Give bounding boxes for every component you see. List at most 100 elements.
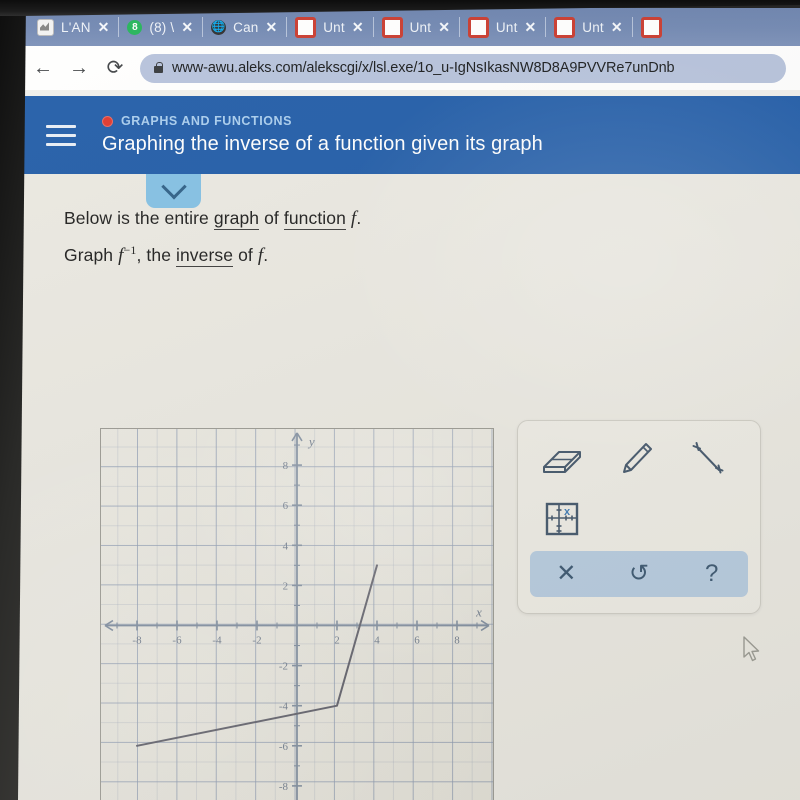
line-segment-tool[interactable] bbox=[682, 435, 734, 483]
topic-label: GRAPHS AND FUNCTIONS bbox=[121, 114, 292, 128]
header-texts: GRAPHS AND FUNCTIONS Graphing the invers… bbox=[102, 114, 543, 156]
svg-text:2: 2 bbox=[334, 634, 339, 646]
svg-text:8: 8 bbox=[454, 634, 460, 646]
svg-text:-8: -8 bbox=[279, 781, 289, 793]
svg-text:-8: -8 bbox=[132, 634, 142, 646]
undo-action[interactable]: ↺ bbox=[603, 562, 676, 586]
expand-panel-tab[interactable] bbox=[146, 174, 201, 208]
help-action[interactable]: ? bbox=[675, 562, 748, 586]
svg-text:-2: -2 bbox=[252, 634, 261, 646]
tab-title: Unt bbox=[323, 19, 345, 35]
browser-toolbar: ← → ⟳ www-awu.aleks.com/alekscgi/x/lsl.e… bbox=[18, 46, 800, 90]
svg-text:-6: -6 bbox=[279, 741, 289, 753]
screen-photo: L'AN ✕ 8 (8) \ ✕ 🌐 Can ✕ Unt ✕ Unt ✕ Unt… bbox=[0, 0, 800, 800]
document-icon bbox=[295, 16, 317, 38]
browser-tab-1[interactable]: 8 (8) \ ✕ bbox=[118, 8, 202, 46]
tab-close-icon[interactable]: ✕ bbox=[525, 20, 537, 34]
graph-frame: -8 -6 -4 -2 2 4 6 8 8 6 4 2 -2 -4 -6 -8 x y bbox=[100, 428, 494, 800]
graph-canvas[interactable]: -8 -6 -4 -2 2 4 6 8 8 6 4 2 -2 -4 -6 -8 x y bbox=[100, 428, 494, 800]
url-text: www-awu.aleks.com/alekscgi/x/lsl.exe/1o_… bbox=[172, 60, 675, 76]
q2-period: . bbox=[263, 244, 269, 265]
tab-title: Unt bbox=[409, 19, 432, 35]
graph-delete-icon: x bbox=[545, 502, 579, 536]
tab-close-icon[interactable]: ✕ bbox=[266, 20, 278, 34]
svg-text:-6: -6 bbox=[172, 634, 182, 646]
svg-text:y: y bbox=[307, 434, 315, 449]
q2-text-a: Graph bbox=[64, 244, 119, 265]
question-line-2: Graph f−1, the inverse of f. bbox=[64, 243, 800, 267]
graph-plot: -8 -6 -4 -2 2 4 6 8 8 6 4 2 -2 -4 -6 -8 x y bbox=[104, 432, 490, 800]
aleks-header: GRAPHS AND FUNCTIONS Graphing the invers… bbox=[18, 96, 800, 174]
q2-link-inverse[interactable]: inverse bbox=[175, 244, 234, 267]
browser-tab-7[interactable] bbox=[631, 8, 678, 46]
tab-close-icon[interactable]: ✕ bbox=[98, 20, 110, 34]
reload-button[interactable]: ⟳ bbox=[104, 58, 126, 78]
q2-text-c: of bbox=[233, 244, 258, 265]
tab-title: Unt bbox=[495, 19, 518, 35]
eraser-tool[interactable] bbox=[536, 437, 588, 485]
hamburger-icon[interactable] bbox=[46, 124, 76, 146]
globe-icon: 🌐 bbox=[211, 19, 227, 35]
q1-text-b: of bbox=[259, 208, 284, 228]
tab-title: (8) \ bbox=[149, 19, 175, 35]
svg-text:4: 4 bbox=[374, 634, 380, 646]
forward-button[interactable]: → bbox=[68, 58, 90, 78]
question-content: Below is the entire graph of function f.… bbox=[18, 174, 800, 267]
record-dot-icon bbox=[102, 115, 113, 127]
svg-text:-4: -4 bbox=[212, 634, 222, 646]
svg-text:2: 2 bbox=[283, 580, 288, 592]
drawing-tool-palette: x ✕ ↺ ? bbox=[517, 420, 761, 614]
palette-action-bar: ✕ ↺ ? bbox=[530, 551, 748, 597]
q1-period: . bbox=[356, 208, 362, 228]
svg-text:x: x bbox=[564, 506, 571, 518]
svg-text:-4: -4 bbox=[279, 701, 289, 713]
tab-close-icon[interactable]: ✕ bbox=[181, 20, 193, 34]
tab-title: Unt bbox=[582, 19, 604, 35]
back-button[interactable]: ← bbox=[32, 58, 54, 78]
tab-title: Can bbox=[233, 19, 259, 35]
browser-tab-4[interactable]: Unt ✕ bbox=[372, 8, 459, 46]
page-title: Graphing the inverse of a function given… bbox=[102, 133, 543, 155]
delete-graph-tool[interactable]: x bbox=[536, 495, 588, 543]
svg-text:4: 4 bbox=[283, 540, 289, 552]
svg-text:x: x bbox=[475, 605, 482, 620]
document-icon bbox=[467, 16, 489, 38]
svg-text:6: 6 bbox=[414, 634, 420, 646]
mouse-pointer bbox=[743, 636, 760, 662]
q1-link-graph[interactable]: graph bbox=[213, 208, 260, 230]
tab-close-icon[interactable]: ✕ bbox=[438, 20, 450, 34]
pencil-tool[interactable] bbox=[610, 435, 662, 483]
document-icon bbox=[554, 16, 576, 38]
browser-tab-strip: L'AN ✕ 8 (8) \ ✕ 🌐 Can ✕ Unt ✕ Unt ✕ Unt… bbox=[18, 8, 800, 46]
q1-text-a: Below is the entire bbox=[64, 208, 214, 228]
address-bar[interactable]: www-awu.aleks.com/alekscgi/x/lsl.exe/1o_… bbox=[140, 53, 786, 83]
chevron-down-icon bbox=[160, 174, 187, 200]
eraser-icon bbox=[543, 451, 581, 473]
tab-close-icon[interactable]: ✕ bbox=[611, 20, 623, 34]
svg-text:-2: -2 bbox=[279, 661, 288, 673]
clear-action[interactable]: ✕ bbox=[530, 562, 603, 586]
tab-title: L'AN bbox=[61, 19, 91, 35]
q1-link-function[interactable]: function bbox=[283, 208, 346, 230]
bird-icon bbox=[37, 18, 54, 36]
q2-text-b: , the bbox=[136, 244, 176, 265]
browser-tab-6[interactable]: Unt ✕ bbox=[545, 8, 631, 46]
whatsapp-icon: 8 bbox=[127, 19, 143, 35]
browser-window: L'AN ✕ 8 (8) \ ✕ 🌐 Can ✕ Unt ✕ Unt ✕ Unt… bbox=[18, 8, 800, 800]
document-icon bbox=[381, 16, 403, 38]
question-line-1: Below is the entire graph of function f. bbox=[64, 208, 800, 230]
q2-exponent: −1 bbox=[123, 243, 137, 257]
tab-close-icon[interactable]: ✕ bbox=[352, 20, 364, 34]
svg-text:6: 6 bbox=[283, 500, 289, 512]
document-icon bbox=[640, 16, 662, 38]
aleks-page: GRAPHS AND FUNCTIONS Graphing the invers… bbox=[18, 96, 800, 800]
lock-icon bbox=[154, 62, 163, 73]
pencil-icon bbox=[623, 443, 652, 473]
browser-tab-5[interactable]: Unt ✕ bbox=[458, 8, 545, 46]
browser-tab-2[interactable]: 🌐 Can ✕ bbox=[202, 8, 286, 46]
browser-tab-3[interactable]: Unt ✕ bbox=[286, 8, 372, 46]
browser-tab-0[interactable]: L'AN ✕ bbox=[28, 8, 118, 46]
svg-text:8: 8 bbox=[283, 460, 289, 472]
topic-line: GRAPHS AND FUNCTIONS bbox=[102, 114, 543, 128]
line-segment-icon bbox=[692, 442, 724, 474]
